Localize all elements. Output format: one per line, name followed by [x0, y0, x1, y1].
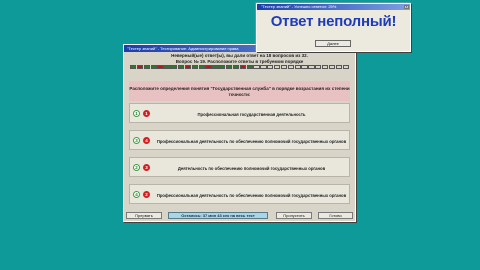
progress-cell	[143, 65, 150, 69]
progress-cell	[322, 65, 329, 69]
progress-cell	[301, 65, 308, 69]
answered-status: Неверный(ые) ответ(ы), вы дали ответ на …	[171, 53, 308, 58]
progress-cell	[280, 65, 288, 69]
progress-cell	[164, 65, 171, 69]
progress-cell	[226, 65, 233, 69]
progress-cell	[342, 65, 349, 69]
chosen-order-marker: 1	[143, 109, 150, 117]
progress-cell	[130, 65, 137, 69]
progress-cell	[267, 65, 274, 69]
progress-cell	[260, 65, 267, 69]
progress-cell	[294, 65, 301, 69]
close-icon[interactable]: ×	[404, 5, 409, 9]
progress-cell	[315, 65, 322, 69]
chosen-order-marker: 3	[143, 163, 150, 171]
correct-order-marker: 2	[133, 164, 140, 171]
progress-cell	[178, 65, 185, 69]
progress-cell	[150, 65, 157, 69]
abort-button[interactable]: Прервать	[126, 212, 162, 219]
bottom-toolbar: Прервать Осталось: 37 мин 43 сек на весь…	[126, 212, 353, 220]
instruction-panel: Расположите определения понятия "Государ…	[129, 81, 350, 101]
answer-option[interactable]: 2 3 Деятельность по обеспечению полномоч…	[129, 157, 350, 177]
correct-order-marker: 4	[133, 191, 140, 198]
progress-cell	[157, 65, 164, 69]
chosen-order-marker: 2	[143, 190, 150, 198]
progress-cell	[184, 65, 192, 69]
skip-button[interactable]: Пропустить	[276, 212, 312, 219]
progress-cell	[274, 65, 281, 69]
correct-order-marker: 3	[133, 137, 140, 144]
progress-cell	[287, 65, 295, 69]
result-message: Ответ неполный!	[270, 13, 397, 30]
instruction-text: Расположите определения понятия "Государ…	[129, 86, 350, 97]
progress-cell	[198, 65, 205, 69]
progress-cell	[191, 65, 198, 69]
answer-option[interactable]: 3 4 Профессиональная деятельность по обе…	[129, 130, 350, 150]
progress-strip	[130, 65, 349, 69]
answer-option-text: Профессиональная деятельность по обеспеч…	[156, 192, 347, 198]
progress-cell	[308, 65, 315, 69]
done-button[interactable]: Готово	[318, 212, 353, 219]
progress-cell	[232, 65, 240, 69]
test-window: "Тестер знаний" - Тестирование: Админист…	[123, 44, 356, 222]
answer-option-text: Профессиональная государственная деятель…	[197, 111, 306, 117]
question-number: Вопрос № 19. Расположите ответы в требуе…	[175, 59, 304, 64]
progress-cell	[171, 65, 178, 69]
progress-cell	[335, 65, 343, 69]
progress-cell	[253, 65, 260, 69]
progress-cell	[205, 65, 212, 69]
progress-cell	[219, 65, 226, 69]
next-button[interactable]: Далее	[315, 40, 351, 47]
chosen-order-marker: 4	[143, 136, 150, 144]
progress-cell	[246, 65, 253, 69]
timer-display: Осталось: 37 мин 43 сек на весь тест	[168, 212, 268, 219]
answer-option-text: Деятельность по обеспечению полномочий г…	[177, 165, 326, 171]
answer-option-text: Профессиональная деятельность по обеспеч…	[156, 138, 347, 144]
answer-option[interactable]: 1 1 Профессиональная государственная дея…	[129, 103, 350, 123]
result-popup: "Тестер знаний" - Успешно ответил: 25% ×…	[256, 3, 411, 52]
progress-cell	[239, 65, 247, 69]
answer-option[interactable]: 4 2 Профессиональная деятельность по обе…	[129, 184, 350, 204]
progress-cell	[136, 65, 144, 69]
popup-title: "Тестер знаний" - Успешно ответил: 25%	[257, 4, 410, 10]
progress-cell	[212, 65, 219, 69]
correct-order-marker: 1	[133, 110, 140, 117]
progress-cell	[328, 65, 336, 69]
